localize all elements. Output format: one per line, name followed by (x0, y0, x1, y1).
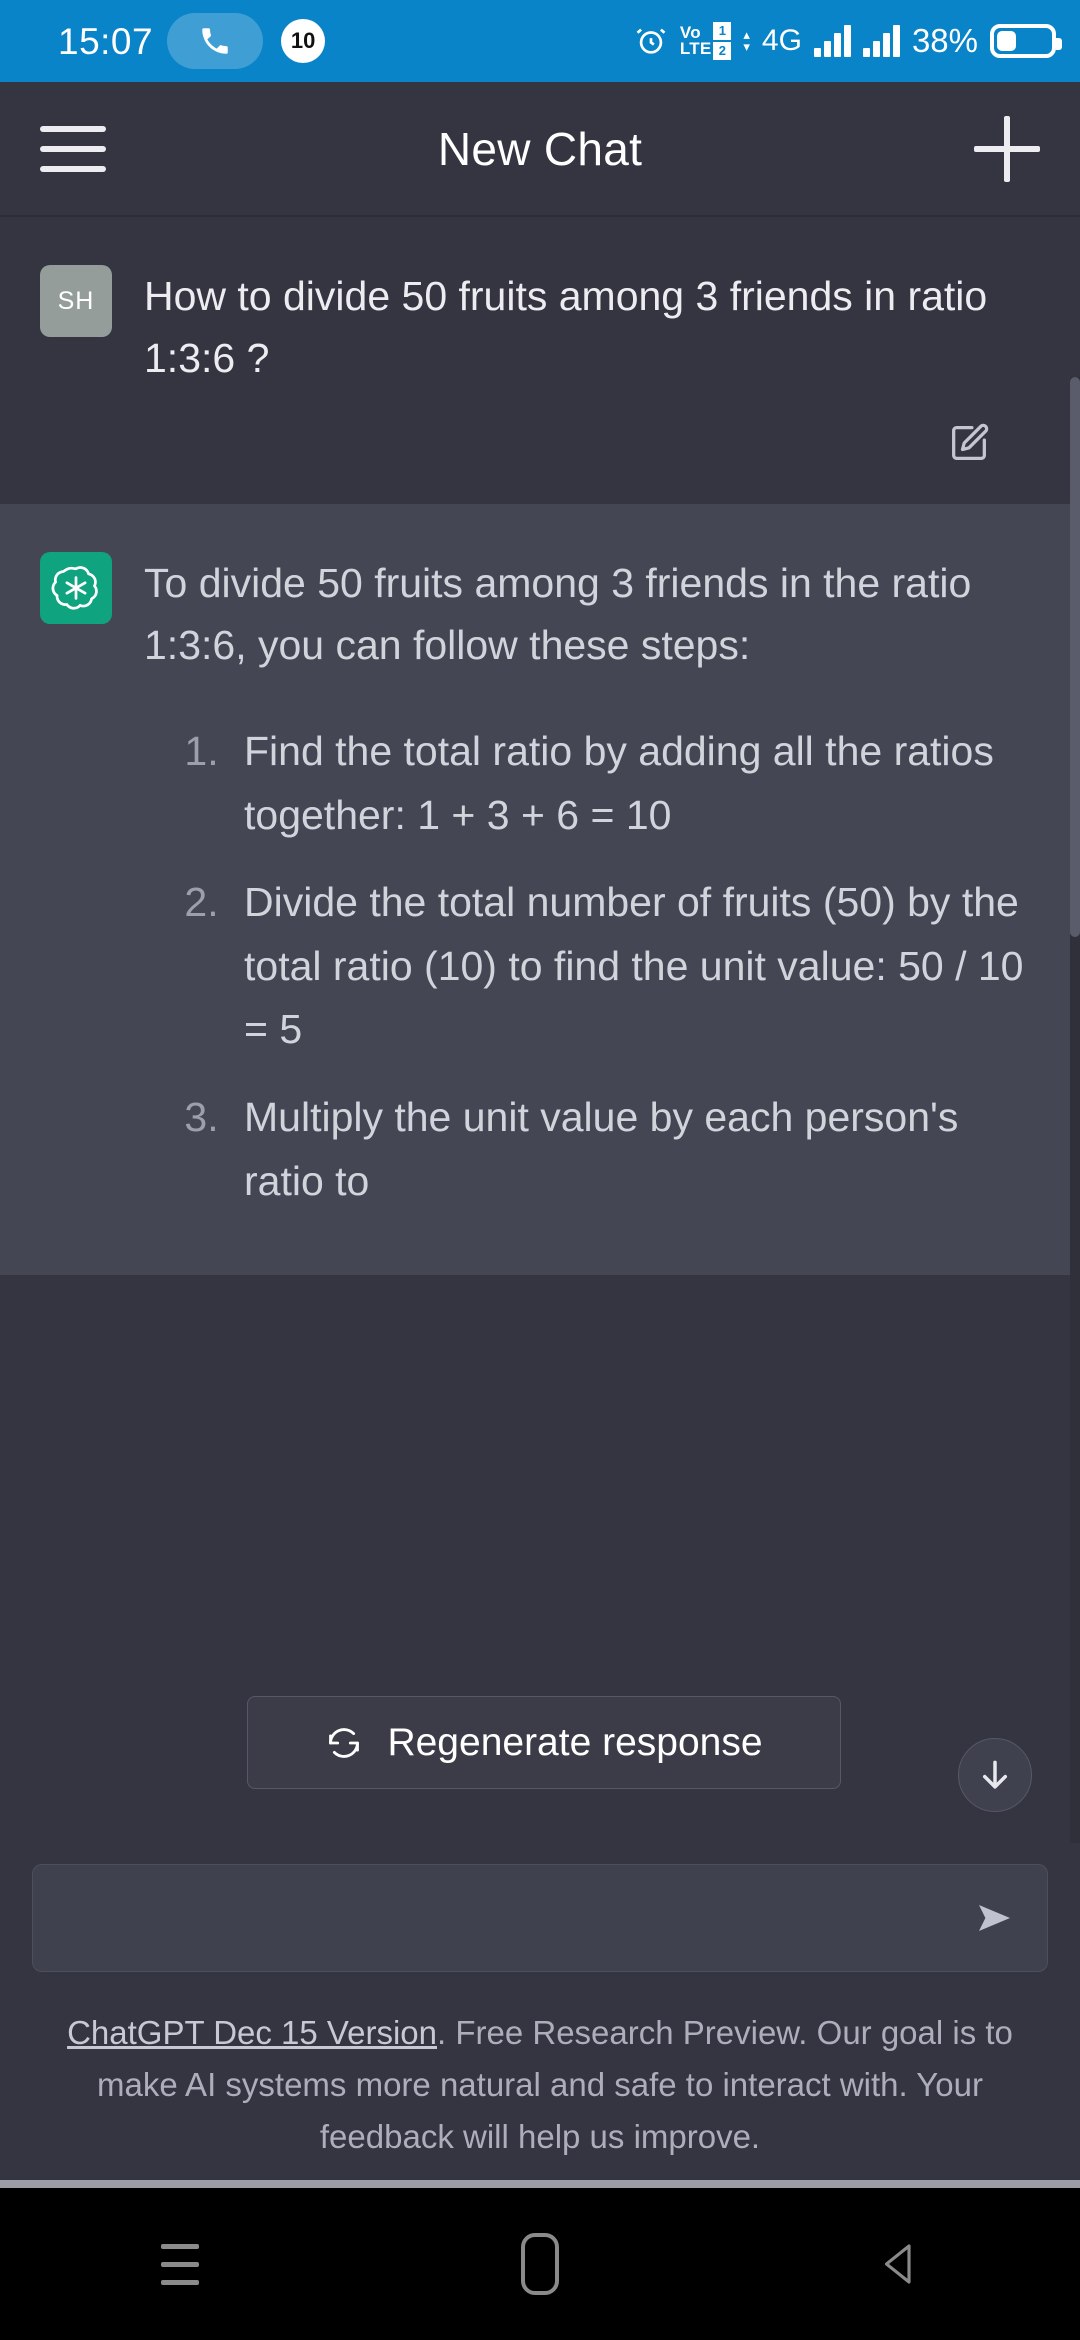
scrollbar-thumb[interactable] (1070, 377, 1080, 937)
volte-bottom: LTE (679, 39, 712, 58)
footer-disclaimer: ChatGPT Dec 15 Version. Free Research Pr… (0, 1993, 1080, 2180)
battery-percent-label: 38% (911, 22, 978, 59)
message-input[interactable] (57, 1897, 967, 1939)
signal-bars-2-icon (862, 25, 900, 57)
send-button[interactable] (967, 1890, 1023, 1946)
android-nav-bar (0, 2188, 1080, 2340)
assistant-intro-text: To divide 50 fruits among 3 friends in t… (144, 559, 972, 668)
assistant-steps-list: Find the total ratio by adding all the r… (144, 720, 1040, 1213)
avatar: SH (40, 265, 112, 337)
sim1-badge: 1 (713, 22, 732, 40)
data-arrows-icon: ▴ ▾ (743, 27, 750, 54)
nav-divider (0, 2180, 1080, 2188)
message-user: SH How to divide 50 fruits among 3 frien… (0, 217, 1080, 504)
hamburger-menu-icon[interactable] (40, 125, 106, 172)
sim2-badge: 2 (713, 42, 732, 60)
list-item: Multiply the unit value by each person's… (230, 1086, 1040, 1213)
message-assistant: To divide 50 fruits among 3 friends in t… (0, 503, 1080, 1276)
regenerate-response-button[interactable]: Regenerate response (247, 1696, 841, 1789)
network-type-label: 4G (761, 24, 802, 57)
openai-logo-icon (40, 551, 112, 624)
battery-icon (990, 24, 1062, 58)
version-link[interactable]: ChatGPT Dec 15 Version (67, 2014, 437, 2051)
edit-pencil-square-icon[interactable] (946, 420, 992, 466)
recents-icon[interactable] (120, 2214, 240, 2314)
list-item: Divide the total number of fruits (50) b… (230, 871, 1040, 1062)
plus-icon[interactable] (974, 115, 1040, 182)
list-item: Find the total ratio by adding all the r… (230, 720, 1040, 847)
volte-icon: Vo LTE 1 2 (679, 22, 732, 60)
status-bar: 15:07 10 Vo LTE 1 2 ▴ ▾ 4G 38% (0, 0, 1080, 82)
message-body: How to divide 50 fruits among 3 friends … (144, 265, 1040, 466)
status-bar-left: 15:07 10 (58, 13, 326, 69)
alarm-clock-icon (636, 28, 666, 54)
status-clock: 15:07 (58, 20, 154, 62)
message-input-wrapper[interactable] (32, 1864, 1048, 1972)
app-header: New Chat (0, 82, 1080, 217)
page-title: New Chat (437, 122, 643, 175)
scroll-to-bottom-button[interactable] (958, 1738, 1032, 1812)
message-actions (144, 420, 1040, 466)
user-message-text: How to divide 50 fruits among 3 friends … (144, 273, 988, 382)
phone-icon (167, 13, 264, 69)
call-count-badge: 10 (281, 19, 326, 63)
phone-screen: 15:07 10 Vo LTE 1 2 ▴ ▾ 4G 38% New Chat … (0, 0, 1080, 2340)
back-icon[interactable] (840, 2214, 960, 2314)
home-icon[interactable] (480, 2214, 600, 2314)
send-arrow-icon (979, 1905, 1010, 1931)
composer-bar (0, 1843, 1080, 1993)
scrollbar-track[interactable] (1070, 377, 1080, 1843)
signal-bars-icon (813, 25, 851, 57)
status-bar-right: Vo LTE 1 2 ▴ ▾ 4G 38% (634, 22, 1062, 60)
regenerate-response-label: Regenerate response (387, 1720, 763, 1764)
arrow-down-icon (982, 1760, 1008, 1789)
message-body: To divide 50 fruits among 3 friends in t… (144, 552, 1040, 1237)
refresh-icon (329, 1727, 360, 1758)
chat-scroll-area[interactable]: SH How to divide 50 fruits among 3 frien… (0, 217, 1080, 1843)
